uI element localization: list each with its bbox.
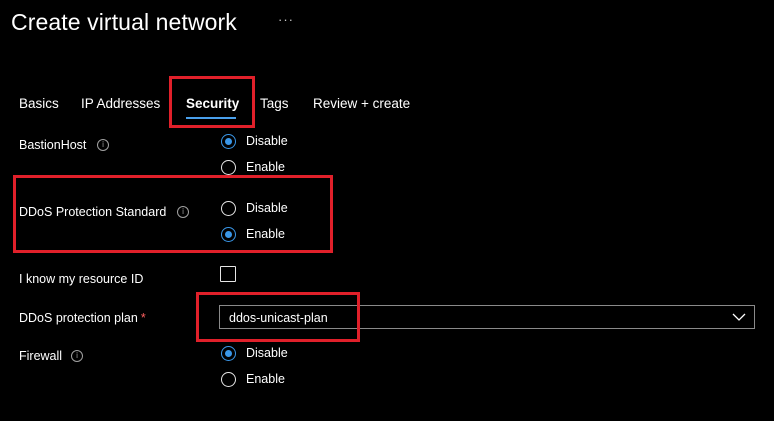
bastion-disable-radio[interactable] [221, 134, 236, 149]
required-marker: * [140, 311, 146, 325]
highlight-box-security-tab [169, 76, 255, 128]
firewall-label: Firewall [19, 349, 63, 363]
bastion-enable-radio[interactable] [221, 160, 236, 175]
ddos-plan-label: DDoS protection plan * [19, 311, 146, 325]
tab-ip-addresses[interactable]: IP Addresses [81, 96, 160, 111]
info-icon[interactable]: i [71, 350, 83, 362]
firewall-disable-label: Disable [246, 346, 288, 360]
resource-id-checkbox[interactable] [220, 266, 236, 282]
highlight-box-ddos-plan [196, 292, 360, 342]
chevron-down-icon [732, 313, 746, 321]
bastion-disable-label: Disable [246, 134, 288, 148]
tab-tags[interactable]: Tags [260, 96, 289, 111]
bastion-enable-label: Enable [246, 160, 285, 174]
tab-basics[interactable]: Basics [19, 96, 59, 111]
firewall-enable-label: Enable [246, 372, 285, 386]
more-options-icon[interactable]: ··· [278, 12, 294, 27]
info-icon[interactable]: i [97, 139, 109, 151]
firewall-disable-radio[interactable] [221, 346, 236, 361]
resource-id-label: I know my resource ID [19, 272, 144, 286]
ddos-plan-label-text: DDoS protection plan [19, 311, 138, 325]
bastion-host-label: BastionHost [19, 138, 87, 152]
page-title: Create virtual network [11, 9, 237, 35]
tab-review-create[interactable]: Review + create [313, 96, 410, 111]
firewall-enable-radio[interactable] [221, 372, 236, 387]
highlight-box-ddos-standard [13, 175, 333, 253]
